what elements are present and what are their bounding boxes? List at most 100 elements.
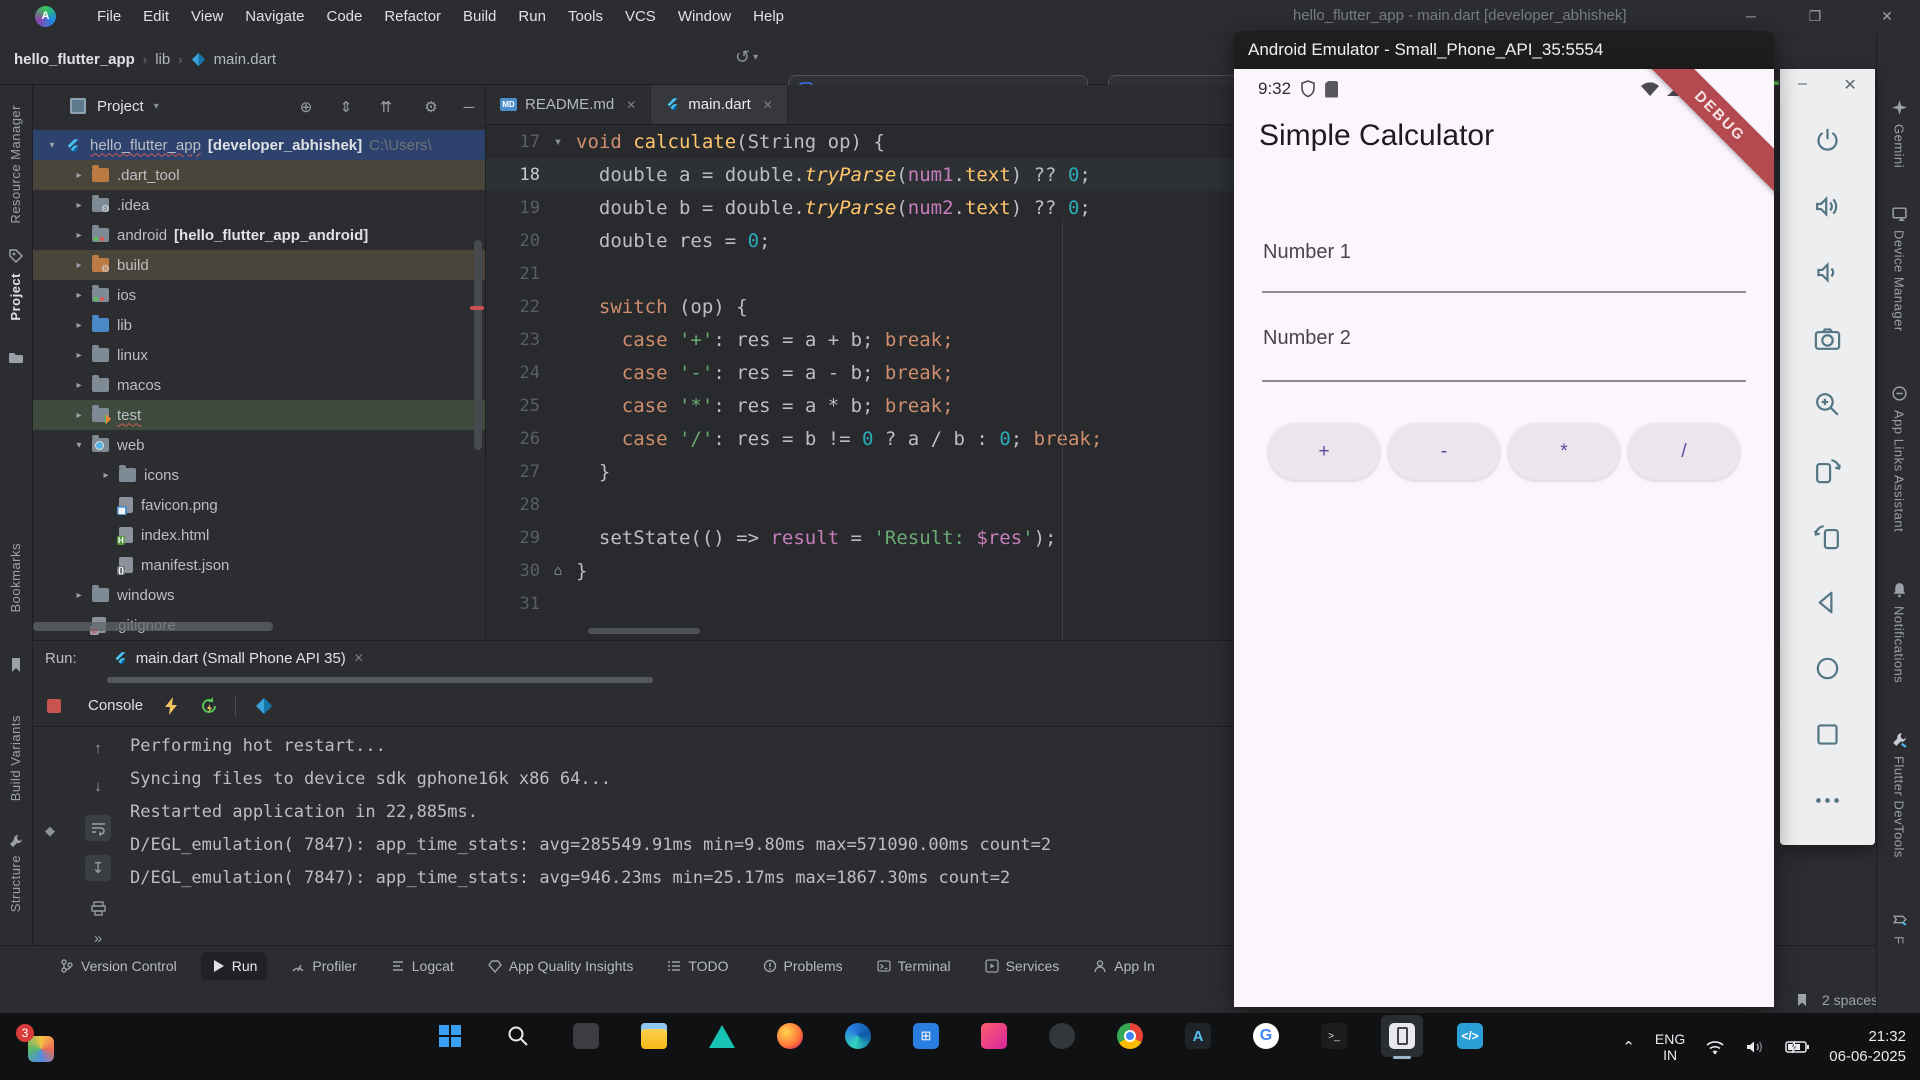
tree-row-android[interactable]: ▸ android [hello_flutter_app_android] — [33, 220, 485, 250]
taskbar-app-edge[interactable] — [837, 1015, 879, 1057]
sidebar-item-resource-manager[interactable]: Resource Manager — [8, 105, 23, 224]
tab-console[interactable]: Console — [88, 697, 143, 714]
wrench-icon[interactable] — [8, 833, 24, 849]
close-tab-icon[interactable]: ✕ — [626, 98, 636, 112]
tool-window-button-profiler[interactable]: Profiler — [281, 952, 366, 980]
operator-button-multiply[interactable]: * — [1508, 423, 1620, 480]
expand-all-icon[interactable]: ⇕ — [336, 97, 356, 117]
menu-item-edit[interactable]: Edit — [132, 3, 180, 30]
tool-window-button-logcat[interactable]: Logcat — [381, 952, 464, 980]
tree-chevron-icon[interactable]: ▾ — [45, 140, 59, 151]
tool-window-button-services[interactable]: Services — [975, 952, 1070, 980]
sidebar-item-app-links-assistant[interactable]: App Links Assistant — [1877, 385, 1920, 532]
tree-chevron-icon[interactable]: ▸ — [72, 380, 86, 391]
menu-item-view[interactable]: View — [180, 3, 234, 30]
menu-item-vcs[interactable]: VCS — [614, 3, 667, 30]
menu-item-window[interactable]: Window — [667, 3, 742, 30]
menu-item-help[interactable]: Help — [742, 3, 795, 30]
tree-chevron-icon[interactable]: ▾ — [72, 440, 86, 451]
back-button[interactable] — [1812, 587, 1843, 618]
scroll-down-icon[interactable]: ↓ — [85, 773, 111, 799]
operator-button-subtract[interactable]: - — [1388, 423, 1500, 480]
folder-icon[interactable] — [8, 350, 24, 366]
hot-restart-icon[interactable] — [199, 696, 219, 716]
tree-row-hello-flutter-app[interactable]: ▾ hello_flutter_app [developer_abhishek] C:… — [33, 130, 485, 160]
rotate-right-button[interactable] — [1812, 521, 1843, 552]
tree-chevron-icon[interactable]: ▸ — [72, 320, 86, 331]
hide-panel-icon[interactable]: ─ — [459, 97, 479, 117]
taskbar-app-chrome[interactable] — [1109, 1015, 1151, 1057]
soft-wrap-icon[interactable] — [85, 815, 111, 841]
scroll-to-end-icon[interactable]: ↧ — [85, 855, 111, 881]
menu-item-run[interactable]: Run — [507, 3, 557, 30]
number1-field[interactable]: Number 1 — [1263, 241, 1351, 264]
taskbar-app-app-dark[interactable] — [565, 1015, 607, 1057]
tree-row--dart-tool[interactable]: ▸ .dart_tool — [33, 160, 485, 190]
menu-item-tools[interactable]: Tools — [557, 3, 614, 30]
tool-window-button-run[interactable]: Run — [200, 951, 268, 980]
more-button[interactable] — [1812, 785, 1843, 816]
emulator-close-button[interactable]: ✕ — [1843, 75, 1856, 95]
tag-icon[interactable] — [8, 248, 24, 264]
tree-chevron-icon[interactable]: ▸ — [72, 290, 86, 301]
clock[interactable]: 21:32 06-06-2025 — [1829, 1027, 1906, 1067]
power-button[interactable] — [1812, 125, 1843, 156]
menu-item-navigate[interactable]: Navigate — [234, 3, 315, 30]
taskbar-app-vscode[interactable]: </> — [1449, 1015, 1491, 1057]
operator-button-divide[interactable]: / — [1628, 423, 1740, 480]
taskbar-app-github[interactable] — [1041, 1015, 1083, 1057]
breadcrumb-lib[interactable]: lib — [155, 51, 170, 68]
print-icon[interactable] — [85, 895, 111, 921]
taskbar-app-media-app[interactable] — [973, 1015, 1015, 1057]
tree-row-build[interactable]: ▸ build — [33, 250, 485, 280]
tree-row-ios[interactable]: ▸ ios — [33, 280, 485, 310]
bookmark-icon[interactable] — [8, 657, 24, 673]
tree-row-lib[interactable]: ▸ lib — [33, 310, 485, 340]
tool-window-button-vc[interactable]: Version Control — [50, 952, 187, 980]
tool-window-button-todo[interactable]: TODO — [657, 952, 738, 980]
project-hscrollbar[interactable] — [33, 622, 273, 631]
tree-chevron-icon[interactable]: ▸ — [72, 200, 86, 211]
tool-window-button-aqi[interactable]: App Quality Insights — [478, 952, 644, 980]
emulator-title-bar[interactable]: Android Emulator - Small_Phone_API_35:55… — [1234, 31, 1774, 69]
maximize-window-button[interactable]: ❐ — [1800, 2, 1830, 30]
taskbar-app-android-studio[interactable]: A — [1177, 1015, 1219, 1057]
tree-chevron-icon[interactable]: ▸ — [72, 260, 86, 271]
tree-chevron-icon[interactable]: ▸ — [72, 230, 86, 241]
taskbar-app-start[interactable] — [429, 1015, 471, 1057]
locate-file-icon[interactable]: ⊕ — [296, 97, 316, 117]
menu-item-refactor[interactable]: Refactor — [373, 3, 452, 30]
sidebar-item-notifications[interactable]: Notifications — [1877, 581, 1920, 683]
taskbar-app-file-explorer[interactable] — [633, 1015, 675, 1057]
collapse-all-icon[interactable]: ⇈ — [376, 97, 396, 117]
sidebar-item-project[interactable]: Project — [8, 273, 23, 321]
tab-readme[interactable]: MD README.md ✕ — [486, 85, 652, 124]
tree-row-macos[interactable]: ▸ macos — [33, 370, 485, 400]
volume-up-button[interactable] — [1812, 191, 1843, 222]
menu-item-file[interactable]: File — [86, 3, 132, 30]
project-scrollbar[interactable] — [474, 240, 482, 450]
home-button[interactable] — [1812, 653, 1843, 684]
camera-button[interactable] — [1812, 323, 1843, 354]
zoom-in-button[interactable] — [1812, 389, 1843, 420]
tree-chevron-icon[interactable]: ▸ — [72, 350, 86, 361]
tree-row-windows[interactable]: ▸ windows — [33, 580, 485, 610]
scroll-up-icon[interactable]: ↑ — [85, 735, 111, 761]
close-tab-icon[interactable]: ✕ — [763, 98, 773, 112]
close-run-tab-icon[interactable]: ✕ — [354, 651, 364, 665]
tree-chevron-icon[interactable]: ▸ — [72, 590, 86, 601]
menu-item-code[interactable]: Code — [315, 3, 373, 30]
tray-chevron-up-icon[interactable]: ⌃ — [1622, 1038, 1635, 1056]
rotate-left-button[interactable] — [1812, 455, 1843, 486]
close-window-button[interactable]: ✕ — [1872, 2, 1902, 30]
tree-row-test[interactable]: ▸ test — [33, 400, 485, 430]
taskbar-app-emulator[interactable] — [1381, 1015, 1423, 1059]
dart-devtools-icon[interactable] — [254, 696, 274, 716]
emulator-minimize-button[interactable]: – — [1798, 75, 1807, 95]
number2-field[interactable]: Number 2 — [1263, 327, 1351, 350]
tree-row-icons[interactable]: ▸ icons — [33, 460, 485, 490]
tool-window-button-problems[interactable]: Problems — [753, 952, 853, 980]
tool-window-button-appins[interactable]: App In — [1083, 952, 1164, 980]
sidebar-item-bookmarks[interactable]: Bookmarks — [8, 543, 23, 613]
language-switcher[interactable]: ENG IN — [1655, 1031, 1685, 1063]
